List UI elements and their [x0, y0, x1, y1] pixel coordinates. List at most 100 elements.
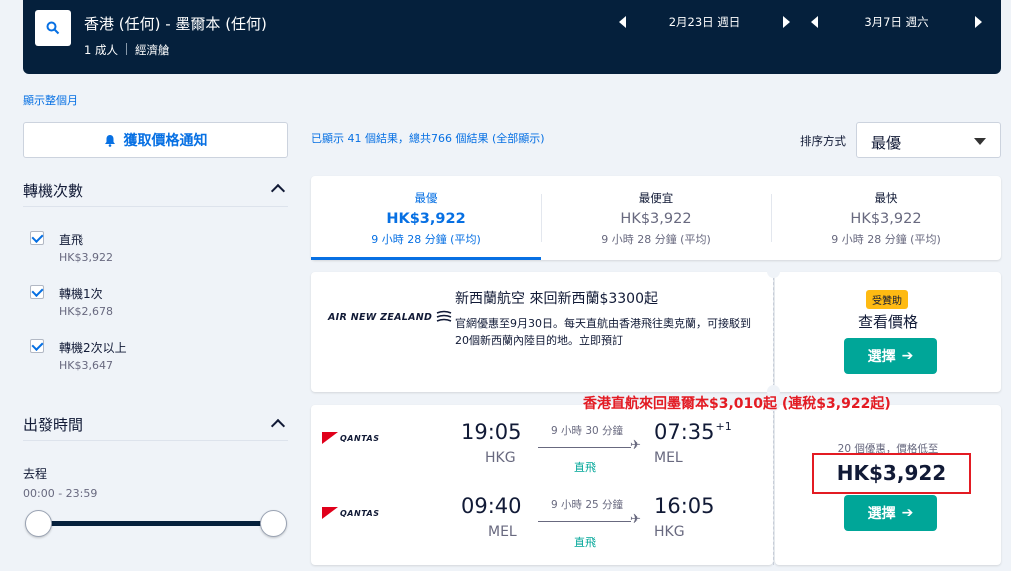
show-whole-month-link[interactable]: 顯示整個月: [23, 92, 78, 108]
arrow-right-icon: ➔: [901, 505, 914, 521]
plane-icon: ✈: [630, 512, 641, 527]
price-alert-button[interactable]: 獲取價格通知: [23, 122, 288, 158]
outbound-time-slider-track[interactable]: [38, 521, 274, 526]
divider: [23, 440, 288, 441]
return-date-next-icon[interactable]: [975, 16, 982, 28]
outbound-duration: 9 小時 30 分鐘: [550, 425, 624, 437]
promo-annotation: 香港直航來回墨爾本$3,010起 (連稅$3,922起): [583, 396, 891, 412]
slider-handle-start[interactable]: [25, 510, 52, 537]
slider-handle-end[interactable]: [260, 510, 287, 537]
select-label: 選擇: [867, 506, 896, 522]
sort-value: 最優: [871, 134, 902, 152]
flight-line: [538, 447, 631, 448]
koru-icon: [436, 310, 452, 322]
tab-best[interactable]: 最優 HK$3,922 9 小時 28 分鐘 (平均): [311, 176, 541, 260]
outbound-time-range: 00:00 - 23:59: [23, 487, 98, 500]
flight-price: HK$3,922: [836, 461, 947, 485]
divider: [773, 272, 774, 392]
flight-select-button[interactable]: 選擇 ➔: [844, 495, 937, 531]
bell-icon: [104, 134, 115, 147]
sort-tabs: 最優 HK$3,922 9 小時 28 分鐘 (平均) 最便宜 HK$3,922…: [311, 176, 1001, 260]
depart-date[interactable]: 2月23日 週日: [626, 14, 783, 30]
arrow-right-icon: ➔: [901, 348, 914, 364]
search-summary-bar: 香港 (任何) - 墨爾本 (任何) 1 成人 經濟艙 2月23日 週日 3月7…: [23, 0, 1001, 74]
return-date[interactable]: 3月7日 週六: [818, 14, 975, 30]
checkbox-direct[interactable]: [30, 231, 44, 245]
inbound-arrival-time: 16:05: [654, 494, 715, 518]
collapse-depart-time-icon[interactable]: [270, 418, 286, 434]
inbound-departure-time: 09:40: [461, 494, 522, 518]
tab-title: 最便宜: [638, 191, 674, 205]
tab-cheapest[interactable]: 最便宜 HK$3,922 9 小時 28 分鐘 (平均): [541, 176, 771, 260]
qantas-logo-outbound: QANTAS: [322, 432, 379, 444]
collapse-stops-icon[interactable]: [270, 183, 286, 199]
cabin-class: 經濟艙: [134, 43, 170, 57]
outbound-label: 去程: [23, 467, 48, 481]
outbound-departure-time: 19:05: [461, 420, 522, 444]
price-highlight-box: HK$3,922: [812, 453, 971, 494]
outbound-arrival-time: 07:35+1: [654, 420, 732, 444]
outbound-stops: 直飛: [574, 461, 596, 474]
stop-price: HK$3,647: [59, 359, 113, 372]
ad-title[interactable]: 新西蘭航空 來回新西蘭$3300起: [455, 288, 658, 308]
airline-name: QANTAS: [340, 508, 380, 518]
return-date-picker: 3月7日 週六: [811, 14, 982, 30]
depart-date-picker: 2月23日 週日: [619, 14, 790, 30]
tab-duration: 9 小時 28 分鐘 (平均): [371, 233, 481, 246]
return-date-prev-icon[interactable]: [811, 16, 818, 28]
inbound-stops: 直飛: [574, 536, 596, 549]
tab-duration: 9 小時 28 分鐘 (平均): [601, 233, 711, 246]
view-price-label: 查看價格: [857, 313, 918, 331]
outbound-departure-airport: HKG: [485, 450, 516, 466]
ad-select-button[interactable]: 選擇 ➔: [844, 338, 937, 374]
stops-heading[interactable]: 轉機次數: [23, 180, 83, 201]
plane-icon: ✈: [630, 438, 641, 453]
ad-description: 官網優惠至9月30日。每天直航由香港飛往奧克蘭，可接駁到20個新西蘭內陸目的地。…: [455, 317, 751, 347]
results-count[interactable]: 已顯示 41 個結果，總共766 個結果 (全部顯示): [311, 130, 545, 146]
airline-name: QANTAS: [340, 433, 380, 443]
route-title: 香港 (任何) - 墨爾本 (任何): [84, 15, 267, 33]
sort-label: 排序方式: [800, 134, 846, 148]
day-offset: +1: [715, 420, 732, 433]
airline-name: AIR NEW ZEALAND: [328, 311, 433, 323]
ticket-notch: [767, 265, 780, 278]
price-alert-label: 獲取價格通知: [123, 133, 208, 149]
stop-label: 直飛: [59, 233, 84, 247]
depart-date-next-icon[interactable]: [783, 16, 790, 28]
stop-label: 轉機2次以上: [59, 341, 127, 355]
stop-price: HK$3,922: [59, 251, 113, 264]
passenger-cabin-info: 1 成人 經濟艙: [84, 42, 169, 58]
inbound-duration: 9 小時 25 分鐘: [550, 499, 624, 511]
sponsored-badge: 受贊助: [866, 290, 908, 309]
inbound-departure-airport: MEL: [488, 524, 517, 540]
outbound-arrival-airport: MEL: [654, 450, 683, 466]
arrival-time: 07:35: [654, 420, 715, 444]
kangaroo-icon: [322, 507, 338, 519]
checkbox-two-plus-stops[interactable]: [30, 339, 44, 353]
chevron-down-icon: [974, 138, 986, 145]
stop-price: HK$2,678: [59, 305, 113, 318]
tab-price: HK$3,922: [850, 211, 922, 227]
tab-fastest[interactable]: 最快 HK$3,922 9 小時 28 分鐘 (平均): [771, 176, 1001, 260]
depart-time-heading[interactable]: 出發時間: [23, 414, 83, 435]
kangaroo-icon: [322, 432, 338, 444]
edit-search-button[interactable]: [35, 10, 71, 46]
tab-title: 最優: [414, 191, 438, 205]
divider: [773, 405, 774, 565]
depart-date-prev-icon[interactable]: [619, 16, 626, 28]
sort-select[interactable]: 最優: [856, 122, 1001, 158]
select-label: 選擇: [867, 349, 896, 365]
tab-price: HK$3,922: [386, 211, 466, 227]
search-icon: [46, 21, 60, 35]
tab-price: HK$3,922: [620, 211, 692, 227]
tab-title: 最快: [874, 191, 898, 205]
inbound-arrival-airport: HKG: [654, 524, 685, 540]
tab-duration: 9 小時 28 分鐘 (平均): [831, 233, 941, 246]
passenger-count: 1 成人: [84, 43, 118, 57]
flight-line: [538, 521, 631, 522]
divider: [125, 43, 127, 55]
air-new-zealand-logo: AIR NEW ZEALAND: [328, 310, 452, 324]
stop-label: 轉機1次: [59, 287, 103, 301]
checkbox-one-stop[interactable]: [30, 285, 44, 299]
qantas-logo-inbound: QANTAS: [322, 507, 379, 519]
